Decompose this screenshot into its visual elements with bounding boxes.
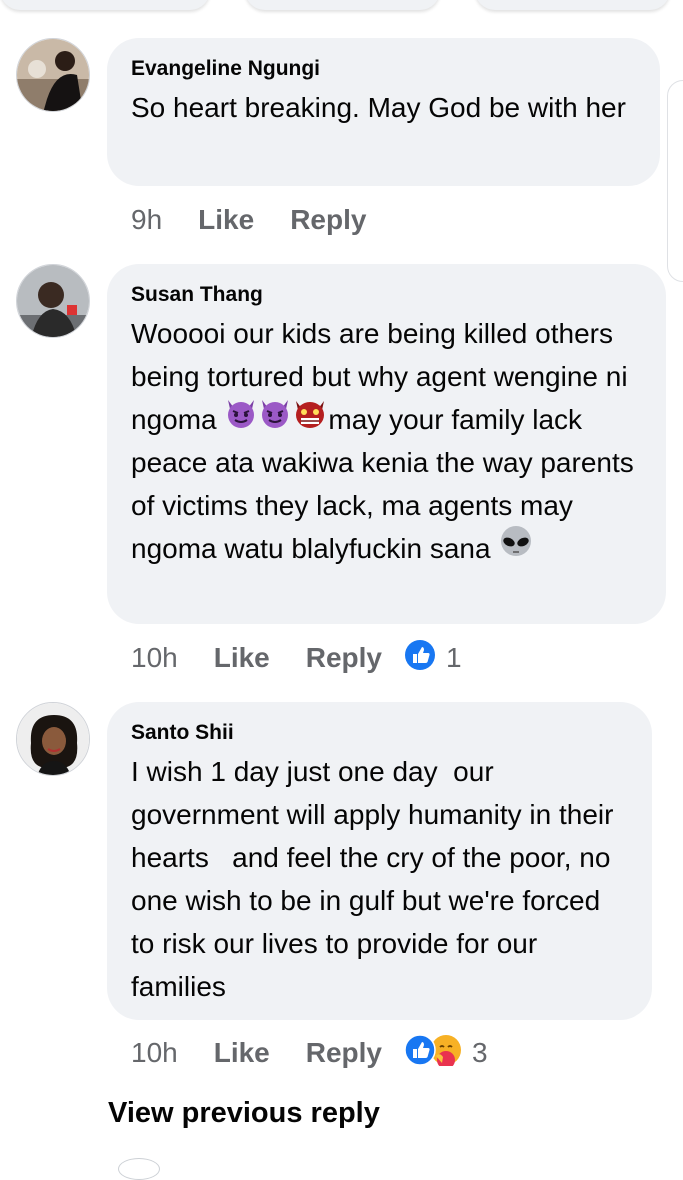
comment-time[interactable]: 9h xyxy=(131,204,162,236)
top-bubble xyxy=(475,0,670,10)
alien-emoji-icon xyxy=(498,525,534,571)
like-button[interactable]: Like xyxy=(198,204,254,236)
comment-actions: 10h Like Reply 3 xyxy=(131,1033,488,1073)
comment-text: So heart breaking. May God be with her xyxy=(131,92,626,123)
next-avatar-peek xyxy=(118,1158,160,1180)
like-button[interactable]: Like xyxy=(214,1037,270,1069)
top-bubble xyxy=(245,0,440,10)
comment-text: Wooooi our kids are being killed others … xyxy=(131,312,642,571)
comment-bubble: Santo Shii I wish 1 day just one day our… xyxy=(107,702,652,1020)
like-reaction-icon xyxy=(404,639,436,678)
previous-comment-actions xyxy=(0,0,683,10)
smiling-imp-emoji-icon xyxy=(258,397,292,441)
comment-author[interactable]: Evangeline Ngungi xyxy=(131,56,636,82)
comment-text: I wish 1 day just one day our government… xyxy=(131,756,622,1002)
top-bubble xyxy=(0,0,210,10)
like-button[interactable]: Like xyxy=(214,642,270,674)
reactions-summary[interactable]: 3 xyxy=(404,1033,488,1073)
comment-bubble: Susan Thang Wooooi our kids are being ki… xyxy=(107,264,666,624)
comment-author[interactable]: Santo Shii xyxy=(131,720,628,746)
reactions-summary[interactable]: 1 xyxy=(404,639,462,678)
comment-author[interactable]: Susan Thang xyxy=(131,282,642,308)
view-previous-reply-link[interactable]: View previous reply xyxy=(108,1097,380,1130)
avatar[interactable] xyxy=(16,702,90,776)
comment-actions: 9h Like Reply xyxy=(131,200,402,240)
reaction-count: 1 xyxy=(446,642,462,673)
avatar[interactable] xyxy=(16,264,90,338)
like-reaction-icon xyxy=(404,1033,436,1073)
reaction-count: 3 xyxy=(472,1037,488,1068)
ogre-mask-emoji-icon xyxy=(292,397,328,441)
comment-time[interactable]: 10h xyxy=(131,1037,178,1069)
avatar[interactable] xyxy=(16,38,90,112)
reply-button[interactable]: Reply xyxy=(306,1037,382,1069)
comment-time[interactable]: 10h xyxy=(131,642,178,674)
reply-button[interactable]: Reply xyxy=(290,204,366,236)
side-panel-edge xyxy=(667,80,683,282)
smiling-imp-emoji-icon xyxy=(224,397,258,441)
comment-bubble: Evangeline Ngungi So heart breaking. May… xyxy=(107,38,660,186)
reply-button[interactable]: Reply xyxy=(306,642,382,674)
comment-actions: 10h Like Reply 1 xyxy=(131,638,462,678)
